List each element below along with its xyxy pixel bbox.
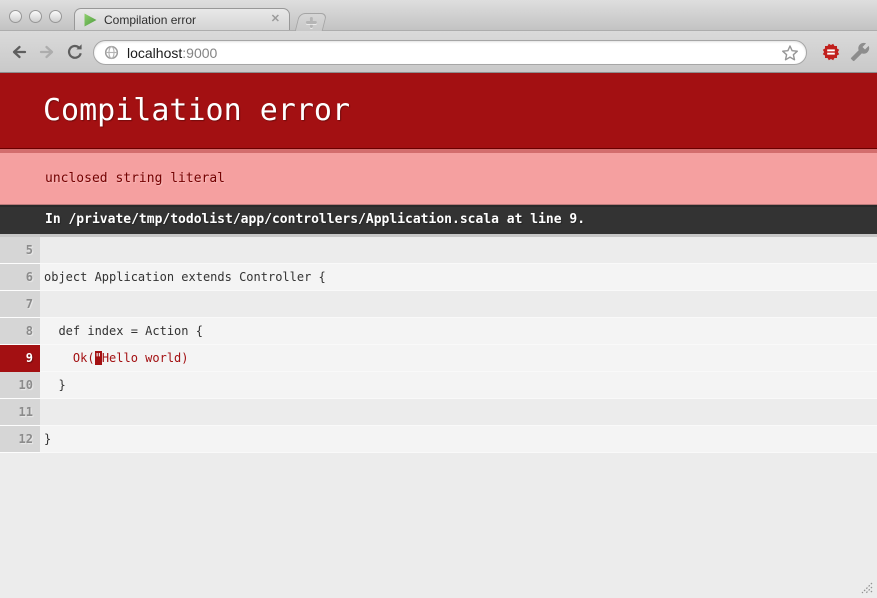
line-code xyxy=(40,399,877,426)
line-number: 8 xyxy=(0,318,40,345)
page-title: Compilation error xyxy=(0,73,877,149)
diagonal-grip-icon xyxy=(858,579,874,595)
tools-menu-button[interactable] xyxy=(849,42,871,62)
new-tab-button[interactable] xyxy=(295,13,327,31)
source-line-5: 5 xyxy=(0,237,877,264)
browser-window: Compilation error ✕ xyxy=(0,0,877,598)
line-code xyxy=(40,291,877,318)
window-controls xyxy=(9,10,62,23)
play-favicon-icon xyxy=(84,13,97,27)
tab-close-icon[interactable]: ✕ xyxy=(271,14,280,25)
line-code: } xyxy=(40,372,877,399)
tab-title: Compilation error xyxy=(104,13,271,27)
reload-icon xyxy=(66,43,84,61)
address-bar[interactable]: localhost :9000 xyxy=(93,40,807,65)
source-line-6: 6 object Application extends Controller … xyxy=(0,264,877,291)
window-close-button[interactable] xyxy=(9,10,22,23)
reload-button[interactable] xyxy=(63,40,87,64)
line-code: Ok("Hello world) xyxy=(40,345,877,372)
red-seal-icon xyxy=(821,42,841,62)
error-location: In /private/tmp/todolist/app/controllers… xyxy=(0,205,877,234)
fat-plus-icon xyxy=(305,17,316,28)
line-number: 7 xyxy=(0,291,40,318)
source-line-9-error: 9 Ok("Hello world) xyxy=(0,345,877,372)
globe-icon xyxy=(103,44,120,61)
bookmark-star-button[interactable] xyxy=(781,44,799,62)
line-code: object Application extends Controller { xyxy=(40,264,877,291)
source-line-10: 10 } xyxy=(0,372,877,399)
browser-titlebar: Compilation error ✕ xyxy=(0,0,877,31)
source-code: 5 6 object Application extends Controlle… xyxy=(0,234,877,453)
line-number: 11 xyxy=(0,399,40,426)
line-number: 9 xyxy=(0,345,40,372)
back-button[interactable] xyxy=(7,40,31,64)
window-minimize-button[interactable] xyxy=(29,10,42,23)
page-viewport: Compilation error unclosed string litera… xyxy=(0,73,877,598)
url-port: :9000 xyxy=(182,45,217,61)
line-number: 5 xyxy=(0,237,40,264)
line-code: def index = Action { xyxy=(40,318,877,345)
resize-grip[interactable] xyxy=(858,579,874,595)
star-outline-icon xyxy=(781,44,799,62)
extension-badge-button[interactable] xyxy=(820,42,842,62)
line-number: 12 xyxy=(0,426,40,453)
browser-tab[interactable]: Compilation error ✕ xyxy=(74,8,290,30)
back-arrow-icon xyxy=(10,43,28,61)
browser-toolbar: localhost :9000 xyxy=(0,31,877,73)
line-code: } xyxy=(40,426,877,453)
line-number: 10 xyxy=(0,372,40,399)
source-line-12: 12 } xyxy=(0,426,877,453)
window-zoom-button[interactable] xyxy=(49,10,62,23)
source-line-7: 7 xyxy=(0,291,877,318)
line-number: 6 xyxy=(0,264,40,291)
forward-arrow-icon xyxy=(38,43,56,61)
url-host: localhost xyxy=(127,45,182,61)
forward-button[interactable] xyxy=(35,40,59,64)
wrench-icon xyxy=(850,42,870,62)
source-line-8: 8 def index = Action { xyxy=(0,318,877,345)
code-after-marker: Hello world) xyxy=(102,351,189,365)
code-before-marker: Ok( xyxy=(44,351,95,365)
error-marker: " xyxy=(95,351,102,365)
source-line-11: 11 xyxy=(0,399,877,426)
line-code xyxy=(40,237,877,264)
error-detail: unclosed string literal xyxy=(0,149,877,205)
